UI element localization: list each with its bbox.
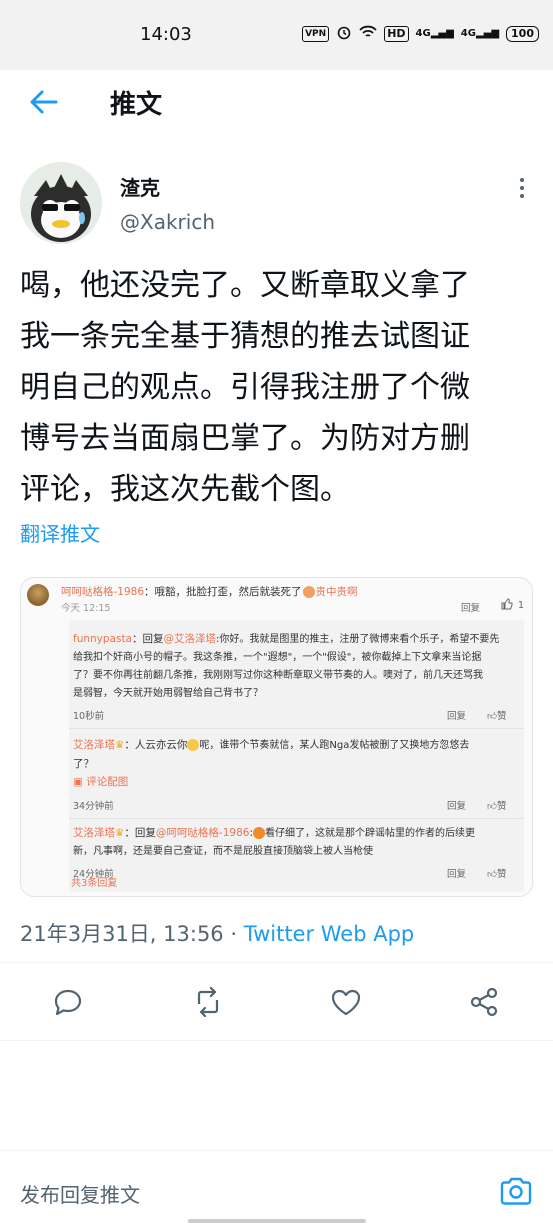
crown-icon: ♛ <box>115 739 125 751</box>
reply-prefix: ：回复 <box>124 827 156 839</box>
commenter-avatar <box>27 584 49 606</box>
translate-tweet-link[interactable]: 翻译推文 <box>20 518 100 547</box>
tweet-meta: 21年3月31日, 13:56 · Twitter Web App <box>20 918 414 948</box>
reply-user: 艾洛泽塔 <box>73 739 115 751</box>
reply-item: funnypasta：回复@艾洛泽塔:你好。我就是图里的推主，注册了微博来看个乐… <box>73 630 518 703</box>
comment-text: ：哦豁，批脸打歪，然后就装死了 <box>144 586 302 598</box>
reply-link: 回复 <box>447 801 467 812</box>
more-replies-link: 共3条回复 <box>71 878 118 889</box>
divider <box>69 728 524 729</box>
divider <box>0 1040 553 1041</box>
top-app-bar: 推文 <box>0 70 553 134</box>
thumbs-up-icon <box>501 598 513 613</box>
tweet-line: 明自己的观点。引得我注册了个微 <box>20 370 470 405</box>
page-title: 推文 <box>110 90 163 120</box>
divider <box>0 962 553 963</box>
reply-text: 新，凡事啊，还是要自己查证，而不是屁股直接顶脑袋上被人当枪使 <box>73 846 373 857</box>
home-indicator <box>188 1219 366 1223</box>
reply-user: 艾洛泽塔 <box>73 827 115 839</box>
comment-emoji-text: 贵中贵啊 <box>315 586 358 598</box>
reply-link: 回复 <box>447 869 467 880</box>
reply-text: ：人云亦云你 <box>124 739 188 751</box>
reply-text: 呢，谁带个节奏就信，某人跑Nga发帖被删了又换地方忽悠去 <box>199 740 470 751</box>
like-link: 👍︎赞 <box>487 708 506 722</box>
tweet-line: 我一条完全基于猜想的推去试图证 <box>20 319 470 354</box>
status-bar: 14:03 VPN HD 4G▂▄▆ 4G▂▄▆ 100 <box>0 0 553 70</box>
tweet-timestamp[interactable]: 21年3月31日, 13:56 <box>20 922 224 946</box>
image-icon: ▣ <box>73 776 87 788</box>
reply-item: 艾洛泽塔♛：回复@呵呵哒格格-1986: 看仔细了，这就是那个辟谣帖里的作者的后续… <box>73 824 518 861</box>
retweet-icon[interactable] <box>190 984 226 1020</box>
reply-user: funnypasta <box>73 633 132 645</box>
divider <box>69 818 524 819</box>
avatar[interactable] <box>20 162 102 244</box>
reply-input[interactable]: 发布回复推文 <box>20 1179 140 1208</box>
emoji-icon <box>187 739 200 751</box>
top-comment: 呵呵哒格格-1986：哦豁，批脸打歪，然后就装死了 贵中贵啊 <box>61 584 532 599</box>
reply-icon[interactable] <box>50 984 86 1020</box>
thumbs-up-icon: 👍︎ <box>487 801 497 812</box>
back-arrow-icon[interactable] <box>28 88 60 116</box>
reply-text: 了？ <box>73 758 94 770</box>
reply-item: 艾洛泽塔♛：人云亦云你 呢，谁带个节奏就信，某人跑Nga发帖被删了又换地方忽悠去 … <box>73 736 518 791</box>
tweet-source[interactable]: Twitter Web App <box>244 922 415 946</box>
thumbs-up-icon: 👍︎ <box>487 869 497 880</box>
crown-icon: ♛ <box>115 827 125 839</box>
author-handle[interactable]: @Xakrich <box>120 210 215 234</box>
tweet-line: 评论，我这次先截个图。 <box>20 472 350 507</box>
emoji-icon <box>302 586 315 598</box>
reply-prefix: ：回复 <box>132 633 164 645</box>
signal-icon-1: 4G▂▄▆ <box>415 28 454 39</box>
tweet-line: 博号去当面扇巴掌了。为防对方删 <box>20 421 470 456</box>
emoji-icon <box>252 827 265 839</box>
reply-time: 10秒前 <box>73 711 105 722</box>
share-icon[interactable] <box>466 984 502 1020</box>
meta-separator: · <box>223 922 244 946</box>
more-vertical-icon[interactable] <box>514 176 530 200</box>
reply-bar: 发布回复推文 <box>0 1150 553 1229</box>
tweet-line: 喝，他还没完了。又断章取义拿了 <box>20 268 470 303</box>
like-link: 👍︎赞 <box>487 798 506 812</box>
reply-panel: funnypasta：回复@艾洛泽塔:你好。我就是图里的推主，注册了微博来看个乐… <box>69 620 524 892</box>
camera-icon[interactable] <box>498 1175 534 1209</box>
battery-icon: 100 <box>506 25 539 42</box>
image-label: 评论配图 <box>86 776 129 788</box>
reply-time: 34分钟前 <box>73 801 114 812</box>
alarm-icon <box>336 24 352 43</box>
reply-text: :你好。我就是图里的推主，注册了微博来看个乐子，希望不要先 <box>216 634 500 645</box>
like-label: 赞 <box>496 801 507 812</box>
reply-mention: @艾洛泽塔 <box>163 633 217 645</box>
reply-text: 了？要不你再往前翻几条推，我刚刚写过你这种断章取义带节奏的人。噢对了，前几天还骂… <box>73 670 483 681</box>
reply-link: 回复 <box>461 603 481 614</box>
attached-image[interactable]: 呵呵哒格格-1986：哦豁，批脸打歪，然后就装死了 贵中贵啊 今天 12:15 回… <box>20 577 533 897</box>
reply-text: 是弱智，今天就开始用弱智给自己背书了？ <box>73 688 263 699</box>
vpn-icon: VPN <box>302 25 330 42</box>
reply-text: 看仔细了，这就是那个辟谣帖里的作者的后续更 <box>264 828 475 839</box>
signal-icon-2: 4G▂▄▆ <box>460 28 500 39</box>
image-link: ▣ 评论配图 <box>73 773 518 791</box>
reply-link: 回复 <box>447 711 467 722</box>
reply-text: 给我扣个奸商小号的帽子。我这条推，一个"遐想"，一个"假设"，被你截掉上下文拿来… <box>73 652 482 663</box>
like-link: 👍︎赞 <box>487 866 506 880</box>
hd-icon: HD <box>384 25 409 42</box>
like-label: 赞 <box>496 711 507 722</box>
like-label: 赞 <box>496 869 507 880</box>
status-icons: VPN HD 4G▂▄▆ 4G▂▄▆ 100 <box>302 24 539 43</box>
like-icon[interactable] <box>328 984 364 1020</box>
thumbs-up-icon: 👍︎ <box>487 711 497 722</box>
comment-user: 呵呵哒格格-1986 <box>61 586 145 598</box>
reply-mention: @呵呵哒格格-1986 <box>155 827 250 839</box>
status-time: 14:03 <box>140 24 192 45</box>
like-count: 1 <box>518 600 525 611</box>
tweet-text: 喝，他还没完了。又断章取义拿了 我一条完全基于猜想的推去试图证 明自己的观点。引… <box>20 260 540 515</box>
wifi-icon <box>359 25 377 42</box>
author-name[interactable]: 渣克 <box>120 172 160 201</box>
